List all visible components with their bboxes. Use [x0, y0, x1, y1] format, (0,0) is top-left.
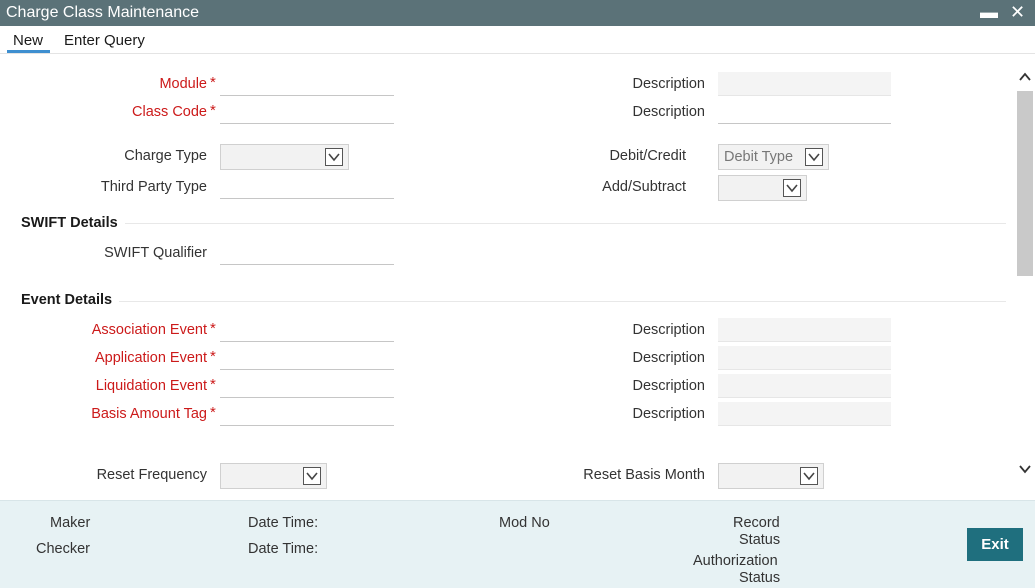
exit-button[interactable]: Exit	[967, 528, 1023, 561]
liquidation-event-description-label: Description	[632, 378, 705, 394]
basis-amount-tag-description-label: Description	[632, 406, 705, 422]
application-event-input[interactable]	[220, 346, 394, 370]
third-party-type-input[interactable]	[220, 175, 394, 199]
chevron-down-icon	[805, 148, 823, 166]
class-code-description-input[interactable]	[718, 100, 891, 124]
basis-amount-tag-required-mark: *	[210, 404, 216, 421]
reset-basis-month-label: Reset Basis Month	[583, 467, 705, 483]
event-details-heading: Event Details	[21, 292, 113, 308]
chevron-down-icon	[325, 148, 343, 166]
chevron-up-icon[interactable]	[1017, 69, 1033, 85]
liquidation-event-label: Liquidation Event	[95, 378, 207, 394]
charge-type-label: Charge Type	[124, 148, 207, 164]
association-event-label: Association Event	[91, 322, 207, 338]
liquidation-event-required-mark: *	[210, 376, 216, 393]
application-event-required-mark: *	[210, 348, 216, 365]
application-event-label: Application Event	[94, 350, 207, 366]
title-bar: Charge Class Maintenance ▬ ✕	[0, 0, 1035, 26]
form-content: Module * Description Class Code * Descri…	[0, 55, 1015, 500]
class-code-label: Class Code	[132, 104, 207, 120]
module-description-field	[718, 72, 891, 96]
basis-amount-tag-label: Basis Amount Tag	[91, 406, 207, 422]
reset-basis-month-select[interactable]	[718, 463, 824, 489]
class-code-required-mark: *	[210, 102, 216, 119]
maker-date-time-label: Date Time:	[248, 515, 319, 531]
reset-frequency-label: Reset Frequency	[96, 467, 207, 483]
module-input[interactable]	[220, 72, 394, 96]
module-description-label: Description	[632, 76, 705, 92]
chevron-down-icon	[303, 467, 321, 485]
add-subtract-label: Add/Subtract	[602, 179, 686, 195]
association-event-input[interactable]	[220, 318, 394, 342]
scrollbar-thumb[interactable]	[1017, 91, 1033, 276]
window-title: Charge Class Maintenance	[6, 4, 199, 21]
menu-bar: New Enter Query	[0, 26, 1035, 54]
application-event-description-field	[718, 346, 891, 370]
basis-amount-tag-description-field	[718, 402, 891, 426]
class-code-description-label: Description	[632, 104, 705, 120]
audit-footer: Maker Checker Date Time: Date Time: Mod …	[0, 500, 1035, 588]
association-event-description-field	[718, 318, 891, 342]
basis-amount-tag-input[interactable]	[220, 402, 394, 426]
chevron-down-icon[interactable]	[1017, 461, 1033, 477]
application-event-description-label: Description	[632, 350, 705, 366]
minimize-icon[interactable]: ▬	[980, 2, 998, 22]
swift-details-heading: SWIFT Details	[21, 215, 118, 231]
authorization-status-label: Status	[739, 570, 781, 586]
divider	[119, 301, 1006, 302]
debit-credit-label: Debit/Credit	[609, 148, 686, 164]
add-subtract-select[interactable]	[718, 175, 807, 201]
debit-credit-value: Debit Type	[724, 149, 794, 165]
mod-no-label: Mod No	[499, 515, 550, 531]
authorization-label: Authorization	[693, 553, 778, 569]
debit-credit-select[interactable]: Debit Type	[718, 144, 829, 170]
module-required-mark: *	[210, 74, 216, 91]
record-status-label: Status	[739, 532, 781, 548]
swift-qualifier-input[interactable]	[220, 241, 394, 265]
checker-label: Checker	[36, 541, 90, 557]
liquidation-event-input[interactable]	[220, 374, 394, 398]
module-label: Module	[159, 76, 207, 92]
swift-qualifier-label: SWIFT Qualifier	[104, 245, 207, 261]
menu-enter-query[interactable]: Enter Query	[64, 32, 145, 49]
active-tab-indicator	[7, 50, 50, 53]
reset-frequency-select[interactable]	[220, 463, 327, 489]
class-code-input[interactable]	[220, 100, 394, 124]
maker-label: Maker	[50, 515, 91, 531]
association-event-required-mark: *	[210, 320, 216, 337]
chevron-down-icon	[800, 467, 818, 485]
liquidation-event-description-field	[718, 374, 891, 398]
third-party-type-label: Third Party Type	[100, 179, 207, 195]
charge-type-select[interactable]	[220, 144, 349, 170]
checker-date-time-label: Date Time:	[248, 541, 319, 557]
chevron-down-icon	[783, 179, 801, 197]
association-event-description-label: Description	[632, 322, 705, 338]
menu-new[interactable]: New	[13, 32, 43, 49]
close-icon[interactable]: ✕	[1010, 2, 1025, 22]
record-label: Record	[733, 515, 780, 531]
vertical-scrollbar[interactable]	[1015, 65, 1035, 485]
divider	[125, 223, 1006, 224]
